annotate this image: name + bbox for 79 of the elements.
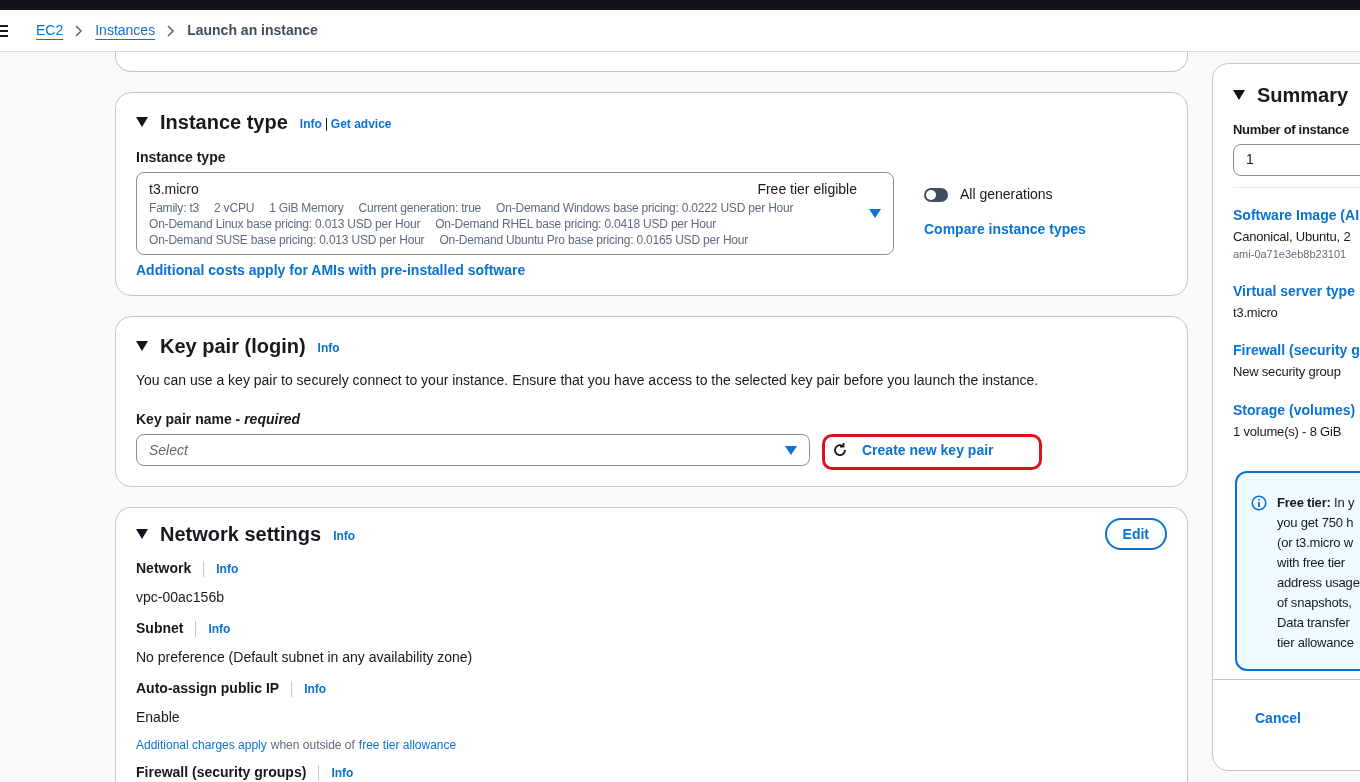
field-label: Number of instance [1233,121,1350,139]
selected-value: t3.micro [149,180,199,199]
charges-link[interactable]: Additional charges apply [136,736,267,754]
detail-text: On-Demand RHEL base pricing: 0.0418 USD per Hour [435,216,716,232]
info-link[interactable]: Info [208,619,231,638]
info-link[interactable]: Info [216,559,239,578]
field-value: Enable [136,708,181,727]
info-link[interactable]: Info [299,115,322,133]
toggle-switch[interactable] [924,187,948,202]
placeholder-text: Select [149,440,188,460]
edit-button[interactable]: Edit [1104,518,1167,550]
breadcrumb-link[interactable]: Instances [95,20,156,41]
info-link[interactable]: Info [331,763,354,782]
detail-text: 1 GiB Memory [269,200,344,216]
summary-link[interactable]: Firewall (security g [1233,340,1360,361]
free-tier-label: Free tier eligible [757,180,857,199]
summary-link[interactable]: Storage (volumes) [1233,399,1360,421]
detail-text: On-Demand SUSE base pricing: 0.013 USD per Hour [149,232,425,248]
alert-text: tier allowance [1277,634,1355,652]
create-key-pair-button[interactable]: Create new key pair [824,439,1002,461]
info-link[interactable]: Info [333,527,356,545]
summary-subtext: ami-0a71e3eb8b23101 [1233,247,1348,262]
detail-text: On-Demand Ubuntu Pro base pricing: 0.0165 USD per Hour [439,232,749,248]
field-label: Key pair name - required [136,410,302,429]
caret-icon[interactable] [136,529,148,539]
instance-type-select[interactable] [136,172,894,255]
info-link[interactable]: Info [317,339,340,357]
field-label: Subnet [136,619,184,638]
section-title: Key pair (login) [160,334,306,359]
caret-icon[interactable] [136,117,148,127]
alert-text: Free tier: In y [1277,494,1356,512]
detail-text: On-Demand Linux base pricing: 0.013 USD per Hour [149,216,421,232]
field-label: Network [136,559,192,578]
field-label: Auto-assign public IP [136,679,280,698]
breadcrumb-link[interactable]: EC2 [36,20,64,41]
summary-link[interactable]: Software Image (AI [1233,204,1360,226]
breadcrumb-current: Launch an instance [187,21,318,40]
caret-icon[interactable] [136,341,148,351]
summary-value: Canonical, Ubuntu, 2 [1233,227,1352,246]
alert-text: you get 750 h [1277,514,1355,532]
chevron-icon [75,24,84,37]
key-pair-select[interactable]: Select [136,434,810,466]
alert-text: of snapshots, [1277,594,1353,612]
detail-text: Current generation: true [358,200,482,216]
menu-icon[interactable] [0,24,8,37]
advice-link[interactable]: Get advice [330,115,392,133]
summary-value: 1 volume(s) - 8 GiB [1233,422,1343,441]
dropdown-caret-icon [869,209,881,218]
compare-link[interactable]: Compare instance types [924,219,1086,240]
detail-text: Family: t3 [149,200,199,216]
section-title: Instance type [160,110,288,135]
detail-text: On-Demand Windows base pricing: 0.0222 USD per Hour [496,200,794,216]
detail-text: 2 vCPU [214,200,255,216]
chevron-icon [167,24,176,37]
field-value: No preference (Default subnet in any availability zone) [136,648,474,667]
free-tier-link[interactable]: free tier allowance [358,736,457,754]
alert-text: with free tier [1277,554,1346,572]
dropdown-caret-icon [785,445,797,455]
caret-icon[interactable] [1233,90,1245,100]
alert-text: (or t3.micro w [1277,534,1354,552]
description-text: You can use a key pair to securely connect to your instance. Ensure that you have access to the selected key pair before you launch the instance. [136,371,1040,390]
note-text: when outside of [270,737,355,754]
field-label: Firewall (security groups) [136,763,307,782]
info-link[interactable]: Info [304,679,327,698]
field-label: Instance type [136,148,227,167]
section-title: Network settings [160,522,322,547]
toggle-label: All generations [960,185,1053,204]
summary-value: New security group [1233,363,1342,381]
section-title: Summary [1257,83,1349,108]
instance-count-field[interactable]: 1 [1233,143,1360,176]
field-value: vpc-00ac156b [136,588,225,607]
costs-link[interactable]: Additional costs apply for AMIs with pre-installed software [136,260,1167,281]
alert-text: address usage [1277,574,1360,592]
summary-value: t3.micro [1233,303,1279,322]
info-icon [1251,495,1267,511]
cancel-link[interactable]: Cancel [1255,708,1360,729]
alert-text: Data transfer [1277,614,1351,632]
summary-link[interactable]: Virtual server type [1233,280,1360,302]
refresh-icon [832,442,848,458]
